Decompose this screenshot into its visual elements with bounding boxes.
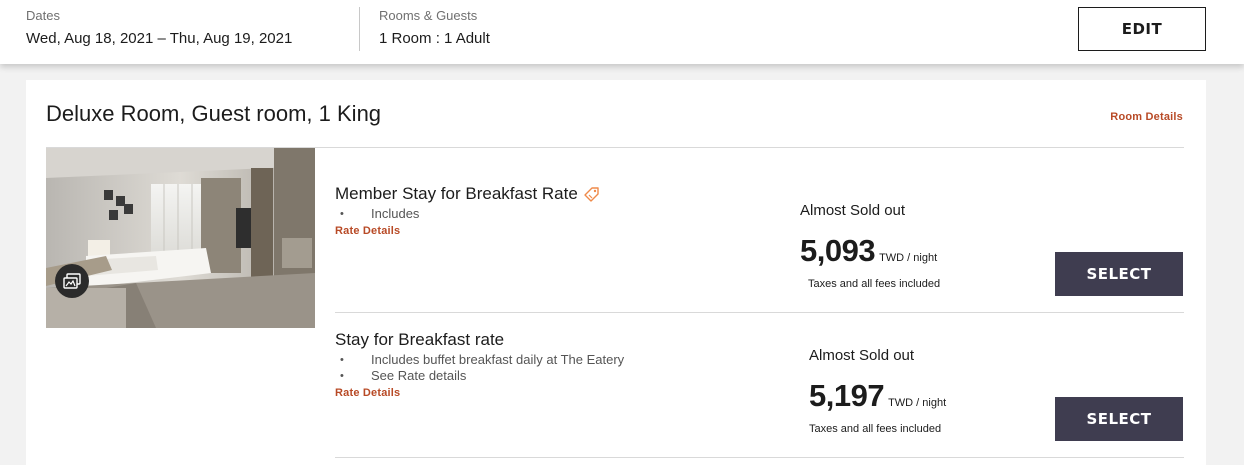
rooms-guests-label: Rooms & Guests <box>379 8 478 23</box>
rate-divider <box>335 457 1184 458</box>
price-unit: TWD / night <box>879 252 938 264</box>
room-photo[interactable] <box>46 148 315 328</box>
price-amount: 5,197 <box>809 378 885 413</box>
price-unit: TWD / night <box>888 397 947 409</box>
rate-inclusions: Includes buffet breakfast daily at The E… <box>335 352 1185 384</box>
room-title: Deluxe Room, Guest room, 1 King <box>46 101 382 126</box>
room-details-link[interactable]: Room Details <box>1110 111 1183 123</box>
member-tag-icon <box>583 186 600 203</box>
rate-option: Stay for Breakfast rate Includes buffet … <box>335 330 1185 399</box>
price-display: 5,197 TWD / night <box>809 378 946 414</box>
price-amount: 5,093 <box>800 233 876 268</box>
rate-inclusion-item: Includes <box>335 206 1185 222</box>
rate-name: Stay for Breakfast rate <box>335 330 505 349</box>
room-photo-image <box>46 148 315 328</box>
rate-divider <box>335 312 1184 313</box>
room-card: Deluxe Room, Guest room, 1 King Room Det… <box>26 80 1206 465</box>
rate-inclusions: Includes <box>335 206 1185 222</box>
select-button[interactable]: SELECT <box>1055 252 1183 296</box>
taxes-note: Taxes and all fees included <box>808 278 941 290</box>
availability-status: Almost Sold out <box>809 347 915 364</box>
availability-status: Almost Sold out <box>800 202 906 219</box>
dates-value: Wed, Aug 18, 2021 – Thu, Aug 19, 2021 <box>26 30 293 47</box>
rooms-guests-field[interactable]: Rooms & Guests 1 Room : 1 Adult <box>379 8 490 48</box>
select-button[interactable]: SELECT <box>1055 397 1183 441</box>
rate-name: Member Stay for Breakfast Rate <box>335 184 578 203</box>
rate-details-link[interactable]: Rate Details <box>335 225 1185 237</box>
field-divider <box>359 7 360 51</box>
rate-inclusion-item: See Rate details <box>335 368 1185 384</box>
price-display: 5,093 TWD / night <box>800 233 937 269</box>
dates-field[interactable]: Dates Wed, Aug 18, 2021 – Thu, Aug 19, 2… <box>26 8 293 48</box>
rate-inclusion-item: Includes buffet breakfast daily at The E… <box>335 352 1185 368</box>
rate-option: Member Stay for Breakfast Rate Includes … <box>335 184 1185 237</box>
dates-label: Dates <box>26 8 60 23</box>
edit-button[interactable]: EDIT <box>1078 7 1206 51</box>
rate-name-row: Stay for Breakfast rate <box>335 330 1185 350</box>
image-gallery-icon[interactable] <box>55 264 89 298</box>
rate-name-row: Member Stay for Breakfast Rate <box>335 184 1185 204</box>
rooms-guests-value: 1 Room : 1 Adult <box>379 30 490 47</box>
taxes-note: Taxes and all fees included <box>809 423 942 435</box>
search-summary-bar: Dates Wed, Aug 18, 2021 – Thu, Aug 19, 2… <box>0 0 1244 64</box>
